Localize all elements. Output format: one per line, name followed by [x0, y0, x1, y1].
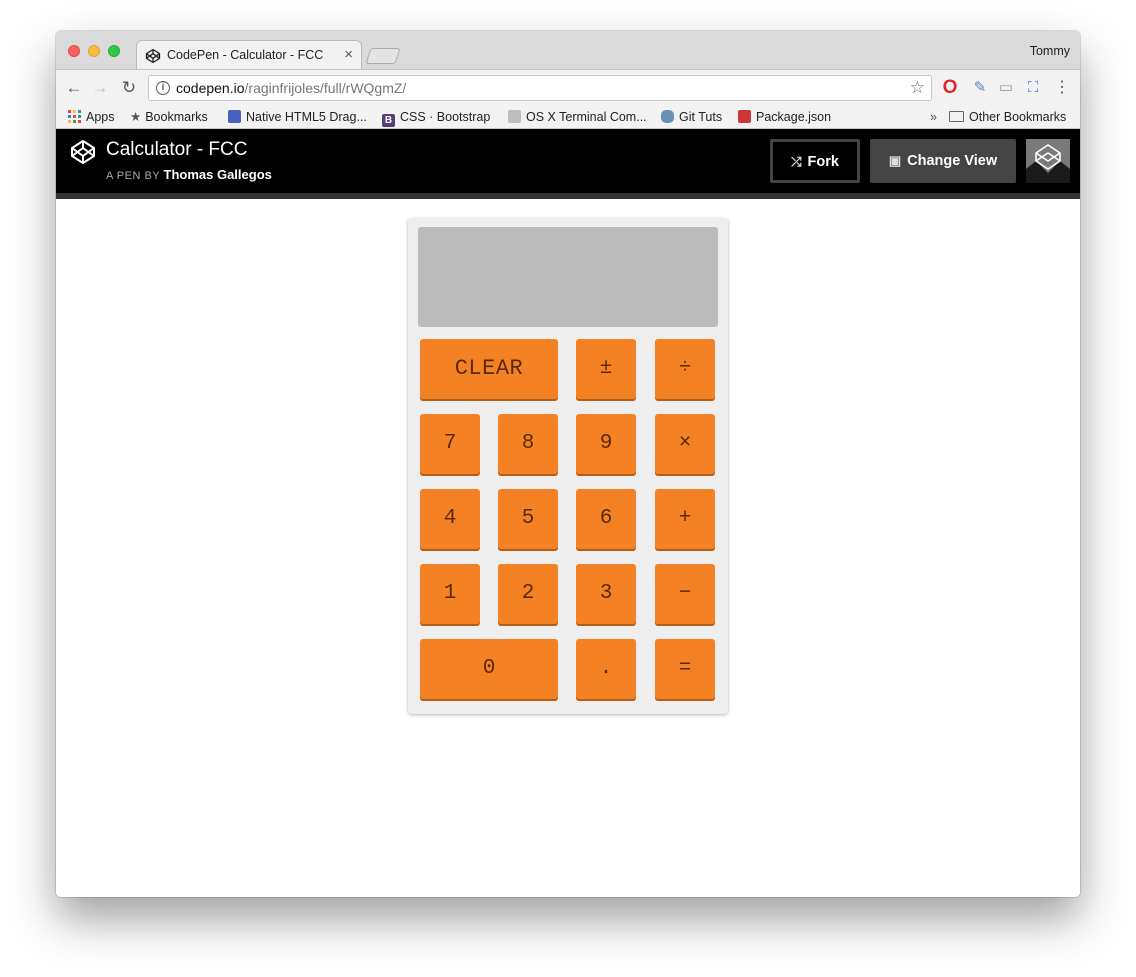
menu-kebab-icon[interactable]: ⋮ — [1052, 78, 1072, 98]
address-bar[interactable]: i codepen.io/raginfrijoles/full/rWQgmZ/ … — [148, 75, 932, 101]
bookmarks-bar: Apps ★ Bookmarks Native HTML5 Drag... B CS… — [56, 105, 1080, 129]
html5-icon — [228, 110, 241, 123]
tab-codepen[interactable]: CodePen - Calculator - FCC × — [136, 40, 362, 70]
bookmark-package-json[interactable]: Package.json — [738, 108, 831, 126]
bookmark-git-tuts[interactable]: Git Tuts — [661, 108, 722, 126]
page-icon — [508, 110, 521, 123]
calculator: CLEAR ± ÷ 7 8 9 × 4 5 6 + 1 2 3 − 0 . = — [408, 218, 728, 714]
profile-name[interactable]: Tommy — [1030, 44, 1070, 58]
browser-window: CodePen - Calculator - FCC × Tommy ← → ↻… — [56, 31, 1080, 897]
digit-5-button[interactable]: 5 — [498, 489, 558, 549]
codepen-header: Calculator - FCC A PEN BY Thomas Gallego… — [56, 129, 1080, 199]
apps-grid-icon — [68, 110, 81, 123]
folder-icon — [949, 111, 964, 122]
clear-button[interactable]: CLEAR — [420, 339, 558, 399]
digit-3-button[interactable]: 3 — [576, 564, 636, 624]
fork-button[interactable]: ⤮ Fork — [770, 139, 860, 183]
digit-2-button[interactable]: 2 — [498, 564, 558, 624]
subtract-button[interactable]: − — [655, 564, 715, 624]
add-button[interactable]: + — [655, 489, 715, 549]
digit-6-button[interactable]: 6 — [576, 489, 636, 549]
back-arrow-icon[interactable]: ← — [64, 78, 84, 98]
tab-title: CodePen - Calculator - FCC — [167, 48, 324, 62]
bookmark-apps[interactable]: Apps — [68, 108, 115, 126]
window-close-button[interactable] — [68, 45, 80, 57]
codepen-favicon-icon — [145, 48, 161, 64]
user-avatar[interactable] — [1026, 139, 1070, 183]
bookmark-osx-terminal[interactable]: OS X Terminal Com... — [508, 108, 647, 126]
window-minimize-button[interactable] — [88, 45, 100, 57]
negate-button[interactable]: ± — [576, 339, 636, 399]
digit-8-button[interactable]: 8 — [498, 414, 558, 474]
change-view-button[interactable]: ▣ Change View — [870, 139, 1016, 183]
forward-arrow-icon[interactable]: → — [90, 78, 110, 98]
bookmark-html5[interactable]: Native HTML5 Drag... — [228, 108, 367, 126]
opera-extension-icon[interactable]: O — [940, 78, 960, 98]
bookmark-css-bootstrap[interactable]: B CSS · Bootstrap — [382, 108, 490, 127]
decimal-button[interactable]: . — [576, 639, 636, 699]
bookmark-other-bookmarks[interactable]: Other Bookmarks — [949, 108, 1066, 126]
tab-strip: CodePen - Calculator - FCC × Tommy — [56, 31, 1080, 70]
extension-icon[interactable]: ✎ — [970, 78, 990, 98]
database-icon — [661, 110, 674, 123]
pen-author-link[interactable]: Thomas Gallegos — [164, 167, 272, 182]
bootstrap-icon: B — [382, 114, 395, 127]
digit-1-button[interactable]: 1 — [420, 564, 480, 624]
eye-box-icon: ▣ — [888, 153, 902, 168]
bookmarks-overflow-icon[interactable]: » — [930, 108, 937, 126]
digit-9-button[interactable]: 9 — [576, 414, 636, 474]
bookmark-star-icon[interactable]: ☆ — [910, 78, 925, 98]
tab-close-icon[interactable]: × — [344, 46, 353, 64]
screenshot-extension-icon[interactable]: ⛶ — [1023, 78, 1043, 98]
info-icon[interactable]: i — [156, 81, 170, 95]
divide-button[interactable]: ÷ — [655, 339, 715, 399]
url-text: codepen.io/raginfrijoles/full/rWQgmZ/ — [176, 80, 407, 96]
page-content: CLEAR ± ÷ 7 8 9 × 4 5 6 + 1 2 3 − 0 . = — [56, 199, 1080, 897]
digit-4-button[interactable]: 4 — [420, 489, 480, 549]
equals-button[interactable]: = — [655, 639, 715, 699]
star-icon: ★ — [130, 110, 142, 124]
multiply-button[interactable]: × — [655, 414, 715, 474]
bookmark-bookmarks[interactable]: ★ Bookmarks — [130, 108, 208, 126]
window-maximize-button[interactable] — [108, 45, 120, 57]
digit-7-button[interactable]: 7 — [420, 414, 480, 474]
digit-0-button[interactable]: 0 — [420, 639, 558, 699]
codepen-logo-icon[interactable] — [70, 139, 96, 165]
browser-toolbar: ← → ↻ i codepen.io/raginfrijoles/full/rW… — [56, 69, 1080, 105]
npm-icon — [738, 110, 751, 123]
new-tab-button[interactable] — [365, 48, 401, 64]
pen-title: Calculator - FCC — [106, 139, 248, 160]
cast-icon[interactable]: ▭ — [996, 78, 1016, 98]
fork-icon: ⤮ — [791, 154, 802, 169]
calculator-display — [418, 227, 718, 327]
pen-byline: A PEN BY Thomas Gallegos — [106, 167, 272, 182]
reload-icon[interactable]: ↻ — [119, 78, 139, 98]
